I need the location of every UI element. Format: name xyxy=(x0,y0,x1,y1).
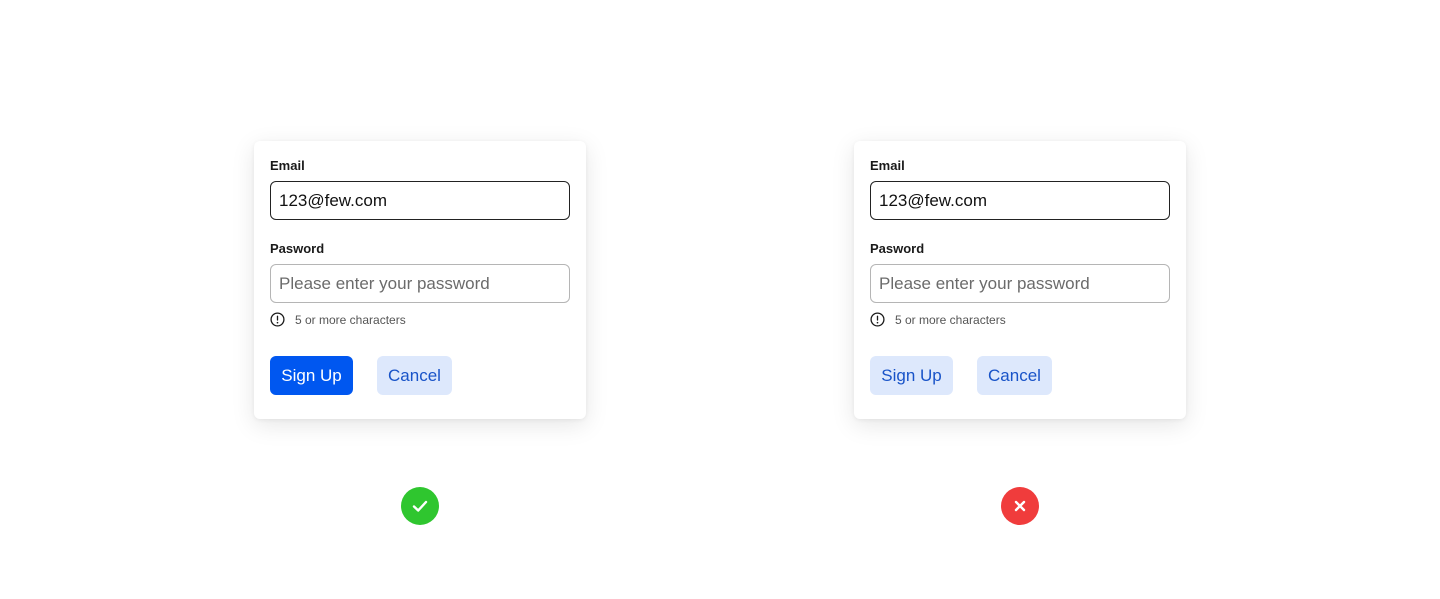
info-circle-icon xyxy=(270,312,285,327)
password-label: Pasword xyxy=(870,241,925,256)
cancel-button[interactable]: Cancel xyxy=(377,356,452,395)
sign-up-button[interactable]: Sign Up xyxy=(870,356,953,395)
hint-text: 5 or more characters xyxy=(895,312,1006,327)
comparison-stage: Email Pasword 5 or more characters Sign … xyxy=(0,0,1440,599)
email-label: Email xyxy=(870,158,905,173)
password-field[interactable] xyxy=(270,264,570,303)
hint-text: 5 or more characters xyxy=(295,312,406,327)
info-circle-icon xyxy=(870,312,885,327)
signup-form-card-correct: Email Pasword 5 or more characters Sign … xyxy=(254,141,586,419)
password-hint: 5 or more characters xyxy=(870,312,1006,327)
password-field[interactable] xyxy=(870,264,1170,303)
check-icon xyxy=(401,487,439,525)
password-hint: 5 or more characters xyxy=(270,312,406,327)
email-field[interactable] xyxy=(270,181,570,220)
email-label: Email xyxy=(270,158,305,173)
email-field[interactable] xyxy=(870,181,1170,220)
cross-icon xyxy=(1001,487,1039,525)
sign-up-button[interactable]: Sign Up xyxy=(270,356,353,395)
cancel-button[interactable]: Cancel xyxy=(977,356,1052,395)
password-label: Pasword xyxy=(270,241,325,256)
signup-form-card-incorrect: Email Pasword 5 or more characters Sign … xyxy=(854,141,1186,419)
